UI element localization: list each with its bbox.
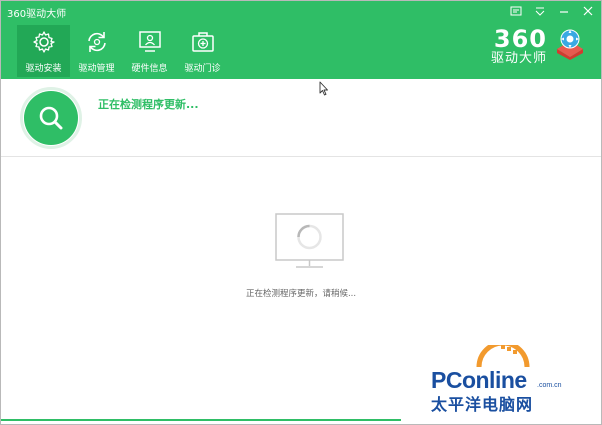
loading-message: 正在检测程序更新，请稍候... xyxy=(245,289,357,299)
status-panel: 正在检测程序更新... xyxy=(1,79,601,157)
tab-label: 驱动管理 xyxy=(78,64,115,74)
menu-icon xyxy=(535,7,545,16)
refresh-icon xyxy=(84,29,110,55)
driver-master-logo-icon xyxy=(557,29,583,60)
tab-label: 驱动安装 xyxy=(25,64,62,74)
pconline-logo-icon xyxy=(476,345,530,368)
close-icon xyxy=(583,6,593,16)
tab-hardware-info[interactable]: 硬件信息 xyxy=(123,25,176,77)
minimize-button[interactable] xyxy=(557,5,571,18)
window-controls xyxy=(509,5,595,18)
status-text: 正在检测程序更新... xyxy=(98,98,199,111)
brand-number: 360 xyxy=(493,25,547,53)
watermark-cn: 太平洋电脑网 xyxy=(431,395,534,414)
pconline-watermark: PConline .com.cn 太平洋电脑网 xyxy=(429,345,601,423)
main-nav: 驱动安装 驱动管理 硬件信息 驱动门诊 xyxy=(17,25,229,77)
mouse-cursor-icon xyxy=(319,81,328,96)
minimize-icon xyxy=(560,11,568,13)
brand-logo: 360 驱动大师 xyxy=(491,27,587,67)
header-bar: 360驱动大师 驱动安装 驱动管理 硬件信息 驱动门诊 360 驱动大师 xyxy=(1,1,601,79)
search-icon xyxy=(39,106,63,130)
feedback-icon xyxy=(510,6,522,16)
gear-icon xyxy=(31,29,57,55)
tab-driver-clinic[interactable]: 驱动门诊 xyxy=(176,25,229,77)
tab-label: 硬件信息 xyxy=(131,64,168,74)
tab-driver-install[interactable]: 驱动安装 xyxy=(17,25,70,77)
brand-name: 驱动大师 xyxy=(490,51,547,66)
watermark-domain: .com.cn xyxy=(537,382,562,389)
watermark-brand: PConline xyxy=(431,367,527,393)
monitor-user-icon xyxy=(137,29,163,55)
app-window: 360驱动大师 驱动安装 驱动管理 硬件信息 驱动门诊 360 驱动大师 正在检… xyxy=(0,0,602,425)
monitor-loading-icon xyxy=(275,213,344,268)
progress-line xyxy=(1,419,401,421)
window-title: 360驱动大师 xyxy=(7,9,67,20)
feedback-button[interactable] xyxy=(509,5,523,18)
medical-kit-icon xyxy=(190,29,216,55)
scan-button[interactable] xyxy=(20,87,82,149)
tab-label: 驱动门诊 xyxy=(184,64,221,74)
menu-button[interactable] xyxy=(533,5,547,18)
tab-driver-manage[interactable]: 驱动管理 xyxy=(70,25,123,77)
close-button[interactable] xyxy=(581,5,595,18)
